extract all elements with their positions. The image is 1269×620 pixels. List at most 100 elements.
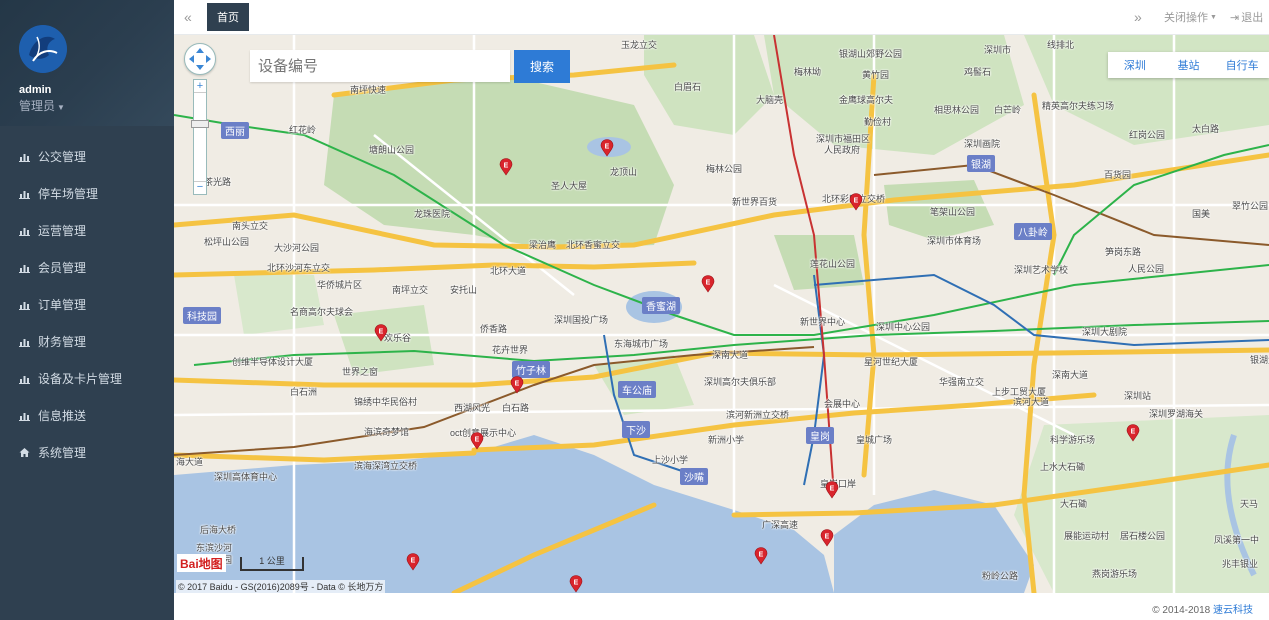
company-link[interactable]: 速云科技 (1213, 605, 1253, 616)
map-type-shenzhen[interactable]: 深圳 (1108, 57, 1162, 73)
map-place-label: 新洲小学 (708, 435, 745, 445)
svg-text:E: E (475, 437, 480, 444)
sidebar-item-5[interactable]: 财务管理 (0, 323, 174, 360)
device-marker-pin-icon[interactable]: E (754, 547, 768, 565)
sidebar-item-label: 信息推送 (38, 409, 87, 423)
profile-panel: admin 管理员 ▼ (0, 0, 174, 126)
svg-text:E: E (825, 534, 830, 541)
map-place-label: 金鹰球高尔夫 (839, 95, 894, 105)
device-marker-pin-icon[interactable]: E (849, 193, 863, 211)
device-marker-pin-icon[interactable]: E (1126, 424, 1140, 442)
sidebar-item-4[interactable]: 订单管理 (0, 286, 174, 323)
map-place-label: 上沙小学 (652, 455, 689, 465)
map-place-label: 深圳高体育中心 (214, 472, 278, 482)
svg-text:E: E (830, 486, 835, 493)
map-place-label: 银湖山郊野公园 (839, 49, 903, 59)
device-marker-pin-icon[interactable]: E (569, 575, 583, 593)
map-place-label: 相思林公园 (934, 105, 980, 115)
map-place-label: 后海大桥 (200, 525, 237, 535)
tab-home[interactable]: 首页 (207, 3, 249, 31)
svg-text:E: E (759, 552, 764, 559)
map-place-label: 侨香路 (480, 324, 508, 334)
map-place-label: 梅林坳 (794, 67, 822, 77)
device-marker-pin-icon[interactable]: E (470, 432, 484, 450)
map-place-label: 欢乐谷 (384, 333, 412, 343)
tab-scroll-right-button[interactable]: » (1134, 0, 1142, 34)
search-button[interactable]: 搜索 (514, 50, 570, 83)
close-operations-dropdown[interactable]: 关闭操作 ▼ (1164, 0, 1217, 34)
device-marker-pin-icon[interactable]: E (820, 529, 834, 547)
svg-text:E: E (411, 558, 416, 565)
sidebar-item-label: 停车场管理 (38, 187, 99, 201)
map-place-label: 龙顶山 (610, 167, 638, 177)
device-marker-pin-icon[interactable]: E (701, 275, 715, 293)
map-place-label: 新世界中心 (800, 317, 846, 327)
device-marker-pin-icon[interactable]: E (600, 139, 614, 157)
map-place-label: 天马 (1240, 499, 1259, 509)
map-place-label: 人民公园 (1128, 264, 1165, 274)
map-place-label: 广深高速 (762, 520, 799, 530)
sidebar-item-6[interactable]: 设备及卡片管理 (0, 360, 174, 397)
device-marker-pin-icon[interactable]: E (510, 376, 524, 394)
map-place-label: 梁治鹰 (529, 240, 557, 250)
device-marker-pin-icon[interactable]: E (406, 553, 420, 571)
double-chevron-left-icon: « (184, 9, 192, 25)
baidu-logo-text: Bai地图 (180, 556, 223, 571)
map-place-label: 深圳市体育场 (927, 236, 982, 246)
map-place-label: 笔架山公园 (930, 207, 976, 217)
map-place-label: 茶光路 (204, 177, 232, 187)
map-place-label: 白石路 (502, 403, 530, 413)
map-pan-control[interactable] (184, 43, 216, 75)
map-place-label: 深圳高尔夫俱乐部 (704, 377, 777, 387)
zoom-in-button[interactable]: + (194, 80, 206, 93)
map-place-label: 深南大道 (1052, 370, 1089, 380)
device-marker-pin-icon[interactable]: E (499, 158, 513, 176)
svg-text:E: E (706, 280, 711, 287)
map-place-label: 笋岗东路 (1105, 247, 1142, 257)
caret-down-icon: ▼ (1210, 13, 1217, 21)
device-search-input[interactable] (250, 50, 510, 82)
map-type-bicycle[interactable]: 自行车 (1215, 57, 1269, 73)
device-marker-pin-icon[interactable]: E (825, 481, 839, 499)
map-place-label: 勤俭村 (864, 117, 892, 127)
sidebar-item-0[interactable]: 公交管理 (0, 138, 174, 175)
map-place-label: 东海城市广场 (614, 339, 669, 349)
map-place-label: 线排北 (1047, 40, 1075, 50)
zoom-out-button[interactable]: − (194, 181, 206, 194)
map-place-label: 滨河大道 (1013, 397, 1050, 407)
metro-station-label: 皇岗 (806, 427, 834, 444)
map-canvas[interactable]: 南坪快速 塘朗山公园 红花岭 茶光路 南头立交 松坪山公园 大沙河公园 北环沙河东立交 华侨城片… (174, 35, 1269, 593)
logout-button[interactable]: ⇥ 退出 (1230, 0, 1263, 34)
map-place-label: 会展中心 (824, 399, 861, 409)
zoom-thumb[interactable] (191, 120, 209, 128)
footer: © 2014-2018 速云科技 (174, 593, 1269, 620)
sidebar-item-2[interactable]: 运营管理 (0, 212, 174, 249)
device-marker-pin-icon[interactable]: E (374, 324, 388, 342)
map-place-label: 南头立交 (232, 221, 269, 231)
copyright-text: © 2014-2018 (1152, 605, 1213, 616)
baidu-logo[interactable]: Bai地图 (177, 554, 226, 572)
metro-station-label: 香蜜湖 (642, 297, 680, 314)
map-place-label: 北环大道 (490, 266, 527, 276)
map-place-label: 兆丰银业 (1222, 559, 1259, 569)
user-role-dropdown[interactable]: 管理员 ▼ (19, 97, 65, 114)
sidebar-item-3[interactable]: 会员管理 (0, 249, 174, 286)
sidebar-item-1[interactable]: 停车场管理 (0, 175, 174, 212)
sidebar-item-8[interactable]: 系统管理 (0, 434, 174, 471)
map-place-label: 圣人大屋 (551, 181, 588, 191)
map-place-label: 国美 (1192, 209, 1211, 219)
bar-chart-icon (19, 336, 30, 347)
map-type-base-station[interactable]: 基站 (1162, 57, 1216, 73)
metro-station-label: 沙嘴 (680, 468, 708, 485)
home-icon (19, 447, 30, 458)
zoom-slider[interactable]: + − (191, 79, 209, 195)
svg-text:E: E (379, 329, 384, 336)
user-name[interactable]: admin (19, 84, 51, 96)
map-place-label: 展能运动村 (1064, 531, 1110, 541)
metro-station-label: 科技园 (183, 307, 221, 324)
tab-scroll-left-button[interactable]: « (184, 0, 192, 34)
svg-text:E: E (1131, 429, 1136, 436)
sidebar-item-7[interactable]: 信息推送 (0, 397, 174, 434)
avatar[interactable] (19, 25, 67, 73)
map-place-label: 锦绣中华民俗村 (354, 397, 418, 407)
